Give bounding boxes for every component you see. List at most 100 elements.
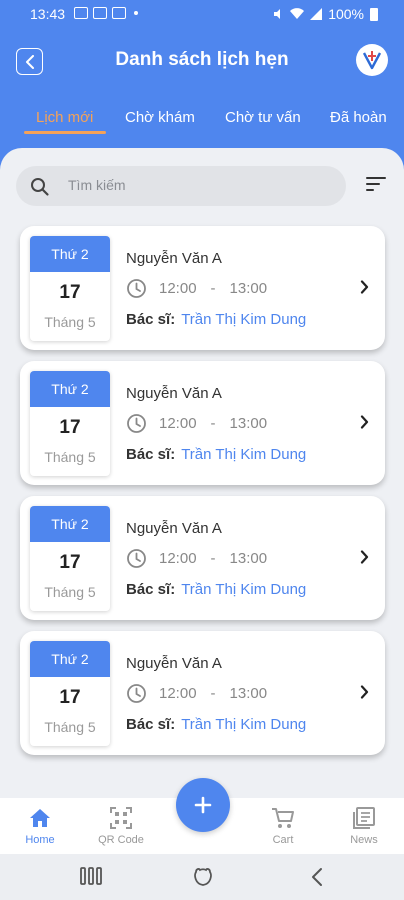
doctor-name: Trần Thị Kim Dung bbox=[181, 581, 307, 598]
doctor-row: Bác sĩ: Trần Thị Kim Dung bbox=[126, 716, 306, 733]
filter-line bbox=[366, 177, 386, 179]
battery-percent: 100% bbox=[328, 6, 364, 22]
status-right: 100% bbox=[272, 6, 378, 22]
start-time: 12:00 bbox=[159, 415, 197, 432]
tab-cho-tu-van[interactable]: Chờ tư vấn bbox=[225, 109, 301, 126]
tab-cho-kham[interactable]: Chờ khám bbox=[125, 109, 195, 126]
add-appointment-button[interactable] bbox=[176, 778, 230, 832]
status-time: 13:43 bbox=[30, 6, 66, 22]
doctor-row: Bác sĩ: Trần Thị Kim Dung bbox=[126, 446, 306, 463]
start-time: 12:00 bbox=[159, 550, 197, 567]
doctor-label: Bác sĩ: bbox=[126, 716, 176, 733]
day-name: Thứ 2 bbox=[30, 641, 110, 677]
message-icon bbox=[112, 7, 126, 19]
doctor-name: Trần Thị Kim Dung bbox=[181, 446, 307, 463]
date-box: Thứ 2 17 Tháng 5 bbox=[30, 641, 110, 746]
nav-qr-code[interactable]: QR Code bbox=[81, 806, 161, 846]
cart-icon bbox=[272, 808, 294, 828]
appointment-card[interactable]: Thứ 2 17 Tháng 5 Nguyễn Văn A 12:00 - 13… bbox=[20, 361, 385, 485]
time-separator: - bbox=[210, 685, 216, 702]
back-system-icon[interactable] bbox=[310, 866, 324, 888]
recent-apps-icon[interactable] bbox=[80, 866, 102, 886]
end-time: 13:00 bbox=[229, 415, 268, 432]
month-label: Tháng 5 bbox=[44, 584, 96, 600]
home-system-icon[interactable] bbox=[192, 866, 214, 888]
doctor-row: Bác sĩ: Trần Thị Kim Dung bbox=[126, 581, 306, 598]
patient-name: Nguyễn Văn A bbox=[126, 520, 222, 537]
day-number: 17 bbox=[59, 282, 81, 303]
nav-cart[interactable]: Cart bbox=[243, 806, 323, 846]
time-range: 12:00 - 13:00 bbox=[126, 683, 267, 704]
chevron-right-icon bbox=[360, 685, 369, 699]
month-label: Tháng 5 bbox=[44, 314, 96, 330]
time-separator: - bbox=[210, 415, 216, 432]
notification-icons bbox=[74, 7, 138, 19]
news-icon bbox=[353, 807, 375, 829]
day-number: 17 bbox=[59, 417, 81, 438]
plus-icon bbox=[194, 796, 212, 814]
tab-bar: Lịch mới Chờ khám Chờ tư vấn Đã hoàn bbox=[0, 96, 404, 140]
system-navigation-bar bbox=[0, 854, 404, 900]
more-notifications-icon bbox=[134, 11, 138, 15]
app-header: Danh sách lịch hẹn bbox=[0, 28, 404, 96]
doctor-name: Trần Thị Kim Dung bbox=[181, 311, 307, 328]
nav-qr-code-label: QR Code bbox=[98, 834, 144, 846]
chevron-right-icon bbox=[360, 550, 369, 564]
chevron-right-icon bbox=[360, 415, 369, 429]
logo-icon bbox=[362, 51, 382, 70]
end-time: 13:00 bbox=[229, 550, 268, 567]
active-tab-indicator bbox=[24, 131, 106, 134]
appointment-card[interactable]: Thứ 2 17 Tháng 5 Nguyễn Văn A 12:00 - 13… bbox=[20, 496, 385, 620]
day-name: Thứ 2 bbox=[30, 236, 110, 272]
doctor-label: Bác sĩ: bbox=[126, 446, 176, 463]
date-box: Thứ 2 17 Tháng 5 bbox=[30, 236, 110, 341]
doctor-label: Bác sĩ: bbox=[126, 581, 176, 598]
day-number: 17 bbox=[59, 687, 81, 708]
clinic-logo[interactable] bbox=[356, 44, 388, 76]
patient-name: Nguyễn Văn A bbox=[126, 655, 222, 672]
nav-home-label: Home bbox=[25, 834, 55, 846]
tab-lich-moi[interactable]: Lịch mới bbox=[36, 109, 93, 126]
time-range: 12:00 - 13:00 bbox=[126, 548, 267, 569]
gallery-icon bbox=[74, 7, 88, 19]
end-time: 13:00 bbox=[229, 685, 268, 702]
nav-news-label: News bbox=[350, 834, 378, 846]
signal-icon bbox=[310, 8, 323, 20]
day-number: 17 bbox=[59, 552, 81, 573]
appointment-card[interactable]: Thứ 2 17 Tháng 5 Nguyễn Văn A 12:00 - 13… bbox=[20, 226, 385, 350]
date-box: Thứ 2 17 Tháng 5 bbox=[30, 506, 110, 611]
chevron-right-icon bbox=[360, 280, 369, 294]
status-bar: 13:43 100% bbox=[0, 0, 404, 28]
clock-icon bbox=[127, 684, 146, 703]
time-range: 12:00 - 13:00 bbox=[126, 413, 267, 434]
sort-filter-button[interactable] bbox=[366, 177, 386, 195]
time-separator: - bbox=[210, 280, 216, 297]
filter-line bbox=[366, 189, 374, 191]
day-name: Thứ 2 bbox=[30, 371, 110, 407]
doctor-row: Bác sĩ: Trần Thị Kim Dung bbox=[126, 311, 306, 328]
qr-code-icon bbox=[110, 807, 132, 829]
home-icon bbox=[30, 809, 50, 827]
nav-home[interactable]: Home bbox=[0, 806, 80, 846]
message-icon bbox=[93, 7, 107, 19]
filter-line bbox=[366, 183, 380, 185]
time-separator: - bbox=[210, 550, 216, 567]
search-placeholder: Tìm kiếm bbox=[68, 177, 126, 193]
start-time: 12:00 bbox=[159, 280, 197, 297]
doctor-label: Bác sĩ: bbox=[126, 311, 176, 328]
start-time: 12:00 bbox=[159, 685, 197, 702]
battery-icon bbox=[370, 7, 378, 21]
day-name: Thứ 2 bbox=[30, 506, 110, 542]
doctor-name: Trần Thị Kim Dung bbox=[181, 716, 307, 733]
content-panel: Tìm kiếm Thứ 2 17 Tháng 5 Nguyễn Văn A 1… bbox=[0, 148, 404, 808]
clock-icon bbox=[127, 549, 146, 568]
nav-news[interactable]: News bbox=[324, 806, 404, 846]
mute-icon bbox=[274, 9, 281, 19]
appointment-card[interactable]: Thứ 2 17 Tháng 5 Nguyễn Văn A 12:00 - 13… bbox=[20, 631, 385, 755]
search-input[interactable]: Tìm kiếm bbox=[16, 166, 346, 206]
clock-icon bbox=[127, 414, 146, 433]
patient-name: Nguyễn Văn A bbox=[126, 385, 222, 402]
tab-da-hoan[interactable]: Đã hoàn bbox=[330, 109, 387, 126]
wifi-icon bbox=[290, 8, 305, 19]
nav-cart-label: Cart bbox=[272, 834, 294, 846]
